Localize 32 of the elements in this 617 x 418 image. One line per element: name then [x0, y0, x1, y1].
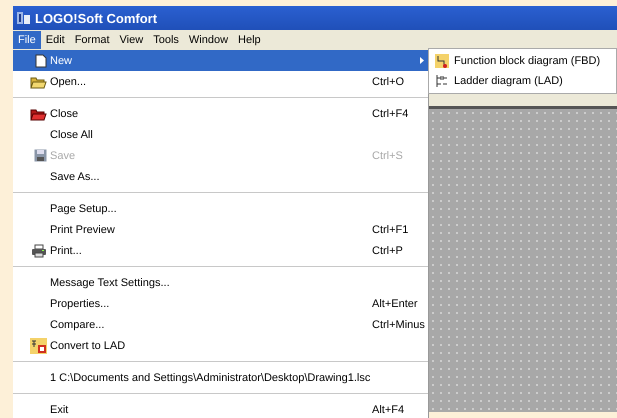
menu-entry[interactable]: Print... Ctrl+P: [13, 240, 428, 261]
menu-item[interactable]: Help: [233, 31, 266, 49]
menu-entry[interactable]: Page Setup...: [13, 198, 428, 219]
menu-item[interactable]: Edit: [40, 31, 70, 49]
page-icon: [35, 54, 47, 68]
menu-item[interactable]: Tools: [148, 31, 184, 49]
menu-entry[interactable]: Properties... Alt+Enter: [13, 293, 428, 314]
menu-entry[interactable]: Compare... Ctrl+Minus: [13, 314, 428, 335]
menu-entry[interactable]: Exit Alt+F4: [13, 399, 428, 418]
menu-entry[interactable]: 1 C:\Documents and Settings\Administrator\Desktop\Drawing1.lsc: [13, 367, 428, 388]
menu-entry[interactable]: New: [13, 50, 428, 71]
menu-entry[interactable]: Save As...: [13, 166, 428, 187]
submenu-entry[interactable]: Ladder diagram (LAD): [429, 71, 616, 91]
convert-icon: [30, 338, 47, 354]
app-icon: [16, 10, 32, 26]
ladder-icon: [435, 74, 449, 88]
menu-entry[interactable]: Message Text Settings...: [13, 272, 428, 293]
folder-icon: [30, 74, 47, 88]
printer-icon: [31, 244, 47, 258]
menu-entry[interactable]: Close Ctrl+F4: [13, 103, 428, 124]
menu-item[interactable]: Format: [70, 31, 115, 49]
menu-item[interactable]: File: [13, 31, 41, 49]
submenu-entry[interactable]: Function block diagram (FBD): [429, 51, 616, 71]
menu-item[interactable]: View: [114, 31, 148, 49]
menu-entry[interactable]: Print Preview Ctrl+F1: [13, 219, 428, 240]
menu-entry[interactable]: Convert to LAD: [13, 335, 428, 356]
window-title: LOGO!Soft Comfort: [35, 10, 158, 26]
menu-item[interactable]: Window: [184, 31, 234, 49]
menu-entry[interactable]: Open... Ctrl+O: [13, 71, 428, 92]
folder-icon: [30, 106, 47, 120]
menu-entry[interactable]: Close All: [13, 124, 428, 145]
diagram-icon: [435, 54, 449, 68]
